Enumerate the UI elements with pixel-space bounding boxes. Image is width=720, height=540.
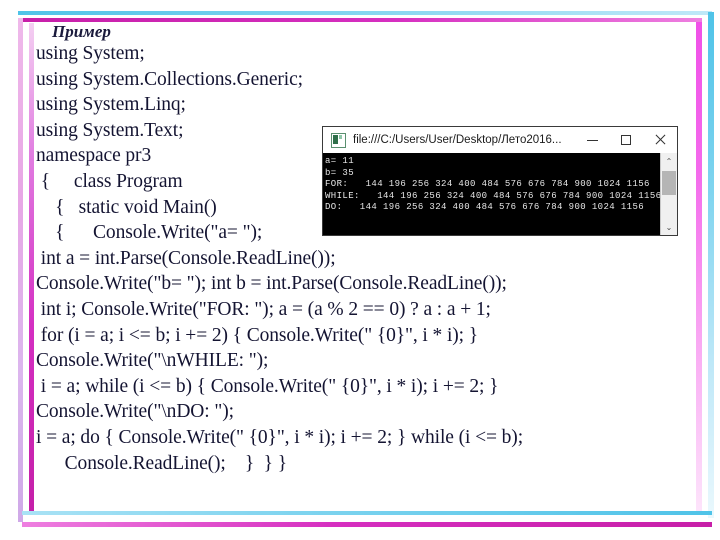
close-icon: [654, 134, 666, 146]
slide-content: Пример using System; using System.Collect…: [36, 22, 684, 522]
minimize-button[interactable]: [575, 128, 609, 152]
decorative-top-cyan-bar: [18, 11, 712, 15]
console-titlebar[interactable]: file:///C:/Users/User/Desktop/Лето2016..…: [323, 127, 677, 153]
code-line: Console.Write("\nDO: ");: [36, 401, 234, 423]
decorative-right-cyan-bar: [708, 12, 714, 518]
code-line: int a = int.Parse(Console.ReadLine());: [36, 247, 336, 269]
scroll-up-arrow-icon[interactable]: ⌃: [661, 153, 677, 169]
decorative-left-outer-bar: [18, 18, 23, 522]
decorative-left-inner-bar: [29, 23, 34, 513]
code-line: i = a; do { Console.Write(" {0}", i * i)…: [36, 426, 524, 448]
code-line: Console.ReadLine(); } } }: [36, 452, 287, 474]
console-output-line: b= 35: [325, 167, 355, 178]
window-controls: [575, 128, 677, 152]
code-line: i = a; while (i <= b) { Console.Write(" …: [36, 375, 499, 397]
slide-canvas: Пример using System; using System.Collect…: [0, 0, 720, 540]
console-body: a= 11 b= 35 FOR: 144 196 256 324 400 484 5…: [323, 153, 677, 235]
code-line: int i; Console.Write("FOR: "); a = (a % …: [36, 298, 491, 320]
console-output-line: WHILE: 144 196 256 324 400 484 576 676 7…: [325, 190, 660, 201]
close-button[interactable]: [643, 128, 677, 152]
code-line: using System.Linq;: [36, 94, 186, 116]
minimize-icon: [586, 139, 598, 141]
console-output-line: a= 11: [325, 156, 355, 166]
scrollbar-thumb[interactable]: [662, 171, 676, 195]
scroll-down-arrow-icon[interactable]: ⌄: [661, 219, 677, 235]
console-output-line: FOR: 144 196 256 324 400 484 576 676 784…: [325, 179, 650, 190]
maximize-icon: [621, 135, 631, 145]
code-line: Console.Write("b= "); int b = int.Parse(…: [36, 273, 507, 295]
console-window-title: file:///C:/Users/User/Desktop/Лето2016..…: [353, 134, 562, 146]
decorative-bottom-magenta-bar: [22, 522, 712, 527]
slide-title: Пример: [52, 22, 111, 41]
code-line: Console.Write("\nWHILE: ");: [36, 350, 269, 372]
code-line: for (i = a; i <= b; i += 2) { Console.Wr…: [36, 324, 479, 346]
console-output-line: DO: 144 196 256 324 400 484 576 676 784 …: [325, 202, 645, 213]
decorative-right-magenta-bar: [696, 22, 702, 512]
console-output-text: a= 11 b= 35 FOR: 144 196 256 324 400 484 5…: [323, 153, 660, 235]
maximize-button[interactable]: [609, 128, 643, 152]
code-line: using System.Collections.Generic;: [36, 68, 303, 90]
console-scrollbar[interactable]: ⌃ ⌄: [660, 153, 677, 235]
console-output-window[interactable]: file:///C:/Users/User/Desktop/Лето2016..…: [322, 126, 678, 236]
console-app-icon: [331, 132, 346, 148]
code-block: using System; using System.Collections.Ge…: [36, 41, 684, 476]
code-line: using System;: [36, 43, 145, 64]
decorative-bottom-cyan-bar: [22, 511, 712, 515]
